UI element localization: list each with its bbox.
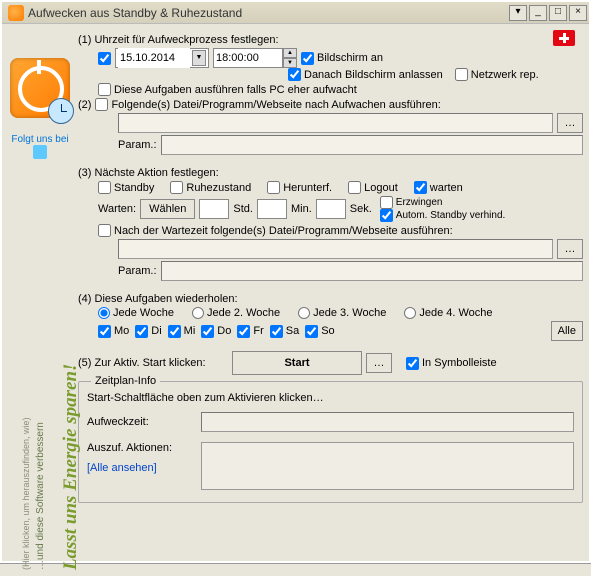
start-button[interactable]: Start bbox=[232, 351, 362, 375]
wake-time-label: Aufweckzeit: bbox=[87, 416, 197, 428]
app-icon bbox=[8, 5, 24, 21]
screen-stay-checkbox[interactable]: Danach Bildschirm anlassen bbox=[288, 68, 443, 81]
app-logo bbox=[10, 58, 70, 118]
date-picker[interactable]: ▼ bbox=[115, 48, 209, 68]
browse-button-2[interactable]: … bbox=[557, 239, 583, 259]
section2-num: (2) bbox=[78, 99, 91, 111]
twitter-icon[interactable] bbox=[33, 145, 47, 159]
wake-time-display bbox=[201, 412, 574, 432]
browse-button-1[interactable]: … bbox=[557, 113, 583, 133]
wait-seconds[interactable] bbox=[316, 199, 346, 219]
screen-on-checkbox[interactable]: Bildschirm an bbox=[301, 52, 383, 65]
tray-checkbox[interactable]: In Symbolleiste bbox=[406, 357, 497, 370]
week2-radio[interactable]: Jede 2. Woche bbox=[192, 307, 280, 319]
day-sa[interactable]: Sa bbox=[270, 325, 299, 338]
section3-label: (3) Nächste Aktion festlegen: bbox=[78, 167, 583, 179]
section5-label: (5) Zur Aktiv. Start klicken: bbox=[78, 357, 228, 369]
run-after-wake-input[interactable] bbox=[118, 113, 553, 133]
all-days-button[interactable]: Alle bbox=[551, 321, 583, 341]
time-up[interactable]: ▲ bbox=[283, 48, 297, 58]
week1-radio[interactable]: Jede Woche bbox=[98, 307, 174, 319]
network-repair-checkbox[interactable]: Netzwerk rep. bbox=[455, 68, 539, 81]
after-wait-input[interactable] bbox=[118, 239, 553, 259]
maximize-button[interactable]: □ bbox=[549, 5, 567, 21]
param-input-1[interactable] bbox=[161, 135, 583, 155]
day-fr[interactable]: Fr bbox=[237, 325, 263, 338]
time-picker[interactable]: ▲▼ bbox=[213, 48, 297, 68]
param-input-2[interactable] bbox=[161, 261, 583, 281]
hibernate-checkbox[interactable]: Ruhezustand bbox=[170, 181, 251, 194]
sidebar: Folgt uns bei Lasst uns Energie sparen! … bbox=[8, 30, 72, 509]
promo-text[interactable]: Lasst uns Energie sparen! …und diese Sof… bbox=[6, 316, 72, 576]
week4-radio[interactable]: Jede 4. Woche bbox=[404, 307, 492, 319]
clock-icon bbox=[48, 98, 74, 124]
start-options-button[interactable]: … bbox=[366, 353, 392, 373]
wait-minutes[interactable] bbox=[257, 199, 287, 219]
wait-hours[interactable] bbox=[199, 199, 229, 219]
after-wait-run-checkbox[interactable]: Nach der Wartezeit folgende(s) Datei/Pro… bbox=[98, 224, 453, 237]
shutdown-checkbox[interactable]: Herunterf. bbox=[267, 181, 332, 194]
section4-label: (4) Diese Aufgaben wiederholen: bbox=[78, 293, 583, 305]
wait-label: Warten: bbox=[98, 203, 136, 215]
follow-link[interactable]: Folgt uns bei bbox=[8, 134, 72, 159]
standby-checkbox[interactable]: Standby bbox=[98, 181, 154, 194]
day-do[interactable]: Do bbox=[201, 325, 231, 338]
actions-label: Auszuf. Aktionen: bbox=[87, 442, 197, 454]
wait-checkbox[interactable]: warten bbox=[414, 181, 463, 194]
param-label-1: Param.: bbox=[118, 139, 157, 151]
swiss-plus-icon[interactable] bbox=[553, 30, 575, 46]
day-so[interactable]: So bbox=[305, 325, 334, 338]
schedule-info-legend: Zeitplan-Info bbox=[91, 375, 160, 387]
schedule-hint: Start-Schaltfläche oben zum Aktivieren k… bbox=[87, 392, 574, 404]
window-title: Aufwecken aus Standby & Ruhezustand bbox=[28, 6, 509, 20]
day-mo[interactable]: Mo bbox=[98, 325, 129, 338]
time-input[interactable] bbox=[213, 48, 283, 68]
choose-button[interactable]: Wählen bbox=[140, 199, 195, 219]
titlebar: Aufwecken aus Standby & Ruhezustand ▾ _ … bbox=[2, 2, 589, 24]
section1-label: (1) Uhrzeit für Aufweckprozess festlegen… bbox=[78, 34, 583, 46]
actions-display bbox=[201, 442, 574, 490]
logout-checkbox[interactable]: Logout bbox=[348, 181, 398, 194]
schedule-info-fieldset: Zeitplan-Info Start-Schaltfläche oben zu… bbox=[78, 381, 583, 503]
force-checkbox[interactable]: Erzwingen bbox=[380, 196, 506, 209]
time-down[interactable]: ▼ bbox=[283, 58, 297, 68]
day-mi[interactable]: Mi bbox=[168, 325, 196, 338]
day-di[interactable]: Di bbox=[135, 325, 161, 338]
param-label-2: Param.: bbox=[118, 265, 157, 277]
earlier-wake-checkbox[interactable]: Diese Aufgaben ausführen falls PC eher a… bbox=[98, 83, 357, 96]
enable-date-checkbox[interactable] bbox=[98, 52, 111, 65]
date-dropdown-icon[interactable]: ▼ bbox=[192, 50, 206, 66]
close-button[interactable]: × bbox=[569, 5, 587, 21]
prevent-autostandby-checkbox[interactable]: Autom. Standby verhind. bbox=[380, 209, 506, 222]
view-all-link[interactable]: [Alle ansehen] bbox=[87, 462, 197, 474]
week3-radio[interactable]: Jede 3. Woche bbox=[298, 307, 386, 319]
date-input[interactable] bbox=[118, 48, 190, 68]
run-after-wake-checkbox[interactable]: Folgende(s) Datei/Programm/Webseite nach… bbox=[95, 98, 440, 111]
minimize-button[interactable]: _ bbox=[529, 5, 547, 21]
menu-button[interactable]: ▾ bbox=[509, 5, 527, 21]
